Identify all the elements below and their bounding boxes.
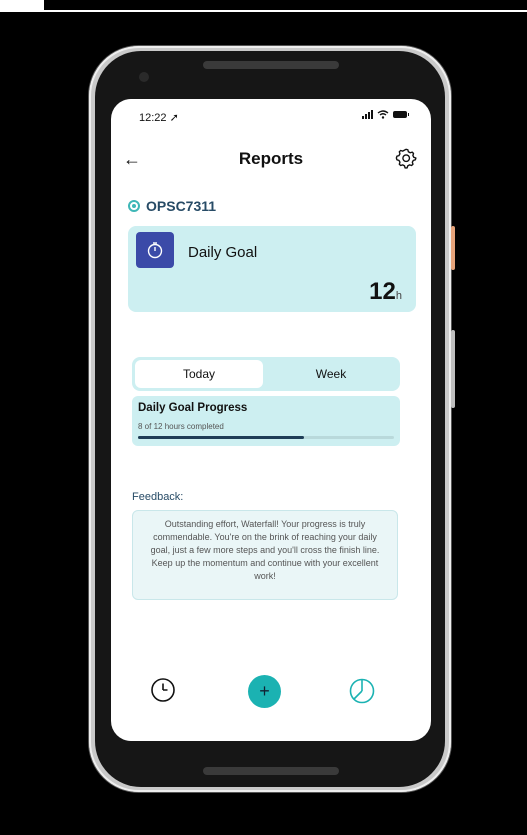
goal-label: Daily Goal [188, 244, 258, 261]
tab-week[interactable]: Week [266, 360, 396, 388]
target-icon [128, 200, 140, 212]
status-time: 12:22 ➚ [139, 112, 179, 124]
module-name: OPSC7311 [146, 198, 217, 214]
top-speaker [203, 61, 339, 69]
progress-fill [138, 436, 305, 439]
module-heading: OPSC7311 [128, 198, 216, 214]
gear-icon[interactable] [395, 147, 417, 169]
pie-chart-icon[interactable] [347, 676, 377, 706]
tab-today[interactable]: Today [135, 360, 263, 388]
progress-track [138, 436, 394, 439]
plus-icon: + [259, 681, 270, 701]
clock-icon[interactable] [149, 676, 177, 704]
battery-icon [393, 111, 409, 118]
status-icons [362, 110, 409, 119]
page-header: ← Reports [111, 145, 431, 175]
period-segmented-control: Today Week [132, 357, 400, 391]
goal-number: 12 [369, 278, 396, 305]
feedback-label: Feedback: [132, 491, 184, 503]
goal-progress-card: Daily Goal Progress 8 of 12 hours comple… [132, 396, 400, 446]
add-button[interactable]: + [248, 675, 281, 708]
volume-button [451, 330, 455, 408]
wifi-icon [377, 110, 389, 119]
progress-subtitle: 8 of 12 hours completed [138, 422, 224, 431]
app-screen: 12:22 ➚ ← Reports OPSC7311 Daily Goal 12… [111, 99, 431, 741]
stopwatch-icon [136, 232, 174, 268]
feedback-text: Outstanding effort, Waterfall! Your prog… [132, 510, 398, 600]
signal-icon [362, 110, 373, 119]
daily-goal-card[interactable]: Daily Goal 12h [128, 226, 416, 312]
window-line [44, 10, 527, 12]
window-strip [0, 0, 44, 12]
goal-value: 12h [369, 278, 402, 306]
front-camera [139, 72, 149, 82]
power-button [451, 226, 455, 270]
bottom-speaker [203, 767, 339, 775]
bottom-nav: + [111, 674, 431, 714]
page-title: Reports [238, 149, 304, 168]
status-bar: 12:22 ➚ [111, 99, 431, 129]
progress-title: Daily Goal Progress [138, 402, 248, 414]
goal-unit: h [395, 290, 402, 302]
